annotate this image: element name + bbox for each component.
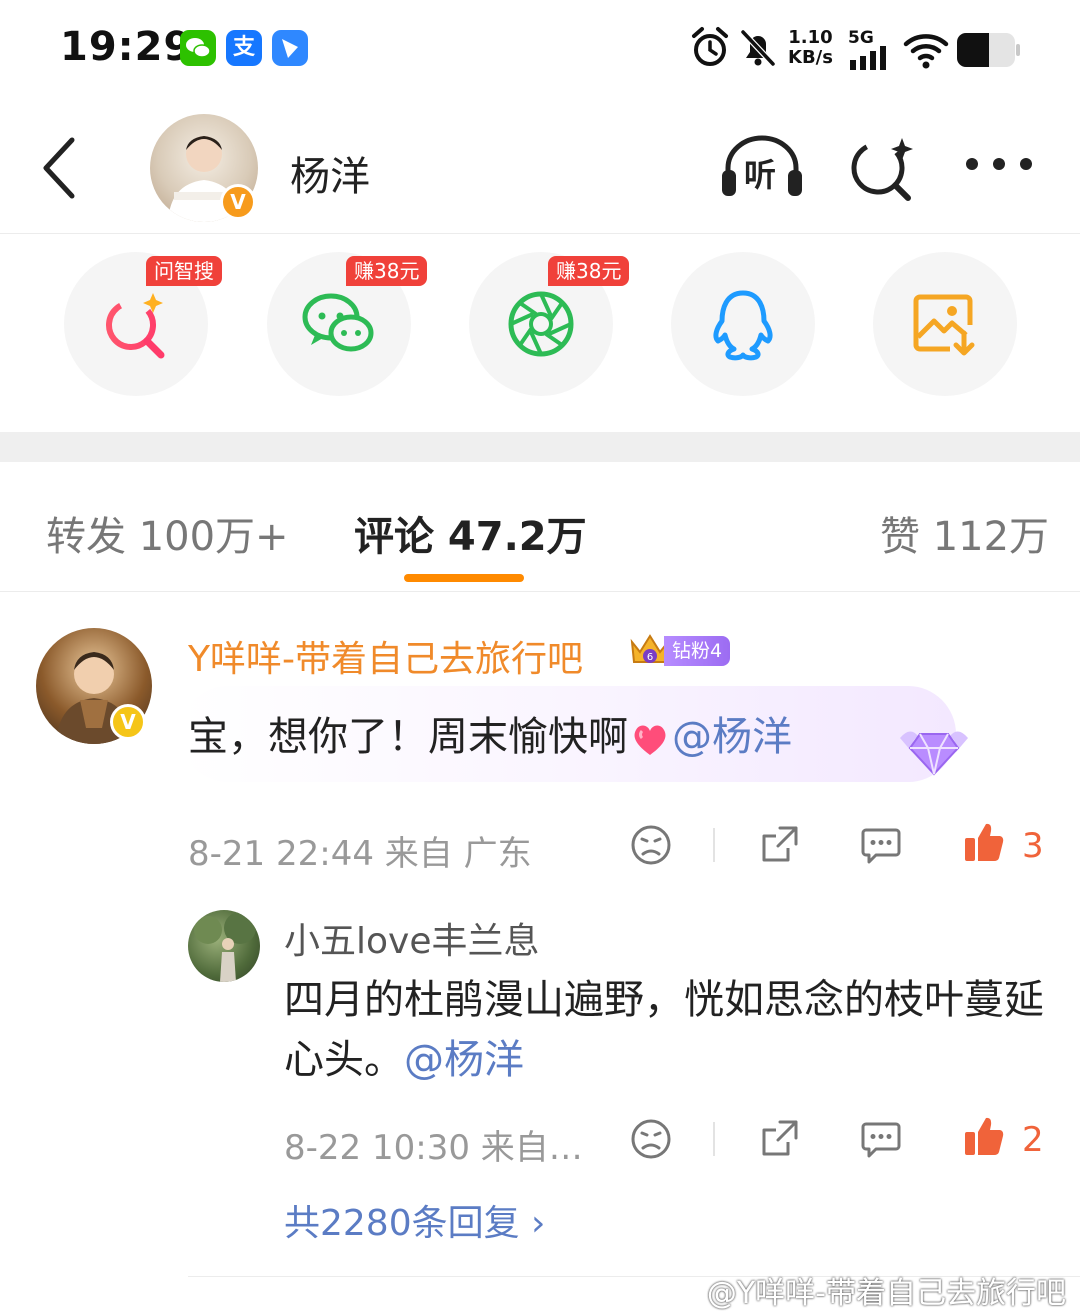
fan-badge-label: 钻粉4 <box>664 636 731 666</box>
listen-button[interactable]: 听 <box>720 134 804 202</box>
heart-emoji-icon <box>634 725 666 755</box>
network-speed: 1.10 KB/s <box>788 28 833 68</box>
dislike-face-icon[interactable] <box>630 1118 672 1160</box>
thumbs-up-icon[interactable] <box>962 1114 1006 1158</box>
ai-search-icon <box>106 293 165 359</box>
share-options: 问智搜 赚38元 赚38元 <box>0 234 1080 432</box>
back-arrow-icon[interactable] <box>38 136 82 200</box>
reply-author[interactable]: 小五love丰兰息 <box>284 912 539 964</box>
battery-icon <box>957 33 1020 67</box>
comment-location: 来自 广东 <box>384 834 532 874</box>
interaction-tabs: 转发 100万+ 评论 47.2万 赞 112万 <box>0 462 1080 592</box>
share-icon[interactable] <box>758 824 800 866</box>
comment-time: 8-21 22:44 <box>188 834 374 874</box>
reply-body: 四月的杜鹃漫山遍野，恍如思念的枝叶蔓延心头。 <box>284 977 1044 1083</box>
thumbs-up-icon[interactable] <box>962 820 1006 864</box>
like-count: 2 <box>1022 1120 1044 1160</box>
qq-icon <box>713 290 773 361</box>
share-qq-button[interactable] <box>671 252 815 396</box>
active-tab-indicator <box>404 574 524 582</box>
save-image-icon <box>913 294 975 356</box>
status-bar: 19:29 支 1.10 KB/s 5G <box>0 0 1080 100</box>
tab-comments[interactable]: 评论 47.2万 <box>354 504 587 562</box>
save-image-button[interactable] <box>873 252 1017 396</box>
diamond-badge-icon <box>900 731 968 776</box>
dislike-face-icon[interactable] <box>630 824 672 866</box>
share-tag: 赚38元 <box>548 256 630 286</box>
reply-time: 8-22 10:30 <box>284 1128 470 1168</box>
feishu-icon <box>272 30 308 66</box>
moments-icon <box>508 291 574 357</box>
more-options-icon[interactable] <box>964 156 1034 172</box>
crown-level: 6 <box>647 652 653 663</box>
share-tag: 赚38元 <box>346 256 428 286</box>
like-count: 3 <box>1022 826 1044 866</box>
ai-search-icon[interactable] <box>848 134 916 202</box>
page-title: 杨洋 <box>290 154 370 200</box>
alipay-icon: 支 <box>226 30 262 66</box>
network-speed-unit: KB/s <box>788 47 833 68</box>
comment-timestamp: 8-21 22:44 来自 广东 <box>188 826 532 875</box>
alarm-icon <box>692 27 728 66</box>
comment-icon[interactable] <box>860 824 902 866</box>
wechat-icon <box>180 30 216 66</box>
reply-mention[interactable]: @杨洋 <box>404 1037 524 1083</box>
wechat-icon <box>302 293 374 352</box>
verified-badge-icon: V <box>220 184 256 220</box>
comment-icon[interactable] <box>860 1118 902 1160</box>
share-icon[interactable] <box>758 1118 800 1160</box>
tab-likes[interactable]: 赞 112万 <box>880 504 1049 562</box>
post-header: V 杨洋 听 <box>0 100 1080 234</box>
divider <box>713 1122 715 1156</box>
signal-icon <box>850 46 886 70</box>
comment-body: 宝，想你了！周末愉快啊 <box>188 714 628 760</box>
watermark: @Y咩咩-带着自己去旅行吧 <box>706 1276 1066 1311</box>
view-all-replies-link[interactable]: 共2280条回复 › <box>284 1194 545 1246</box>
network-type: 5G <box>848 28 874 48</box>
reply-text: 四月的杜鹃漫山遍野，恍如思念的枝叶蔓延心头。@杨洋 <box>284 970 1044 1090</box>
reply-location: 来自… <box>480 1128 583 1168</box>
network-speed-value: 1.10 <box>788 27 833 48</box>
reply-timestamp: 8-22 10:30 来自… <box>284 1120 583 1169</box>
verified-badge-icon: V <box>110 704 146 740</box>
section-divider <box>0 432 1080 462</box>
divider <box>713 828 715 862</box>
reply-avatar[interactable] <box>188 910 260 982</box>
listen-label: 听 <box>744 156 777 194</box>
wifi-icon <box>903 34 949 69</box>
comment-text: 宝，想你了！周末愉快啊 @杨洋 <box>188 704 792 762</box>
status-time: 19:29 <box>60 24 193 70</box>
tab-repost[interactable]: 转发 100万+ <box>46 504 289 562</box>
mute-bell-icon <box>740 29 776 67</box>
comment-mention[interactable]: @杨洋 <box>672 714 792 760</box>
share-tag: 问智搜 <box>146 256 222 286</box>
comment-author[interactable]: Y咩咩-带着自己去旅行吧 <box>188 630 583 682</box>
